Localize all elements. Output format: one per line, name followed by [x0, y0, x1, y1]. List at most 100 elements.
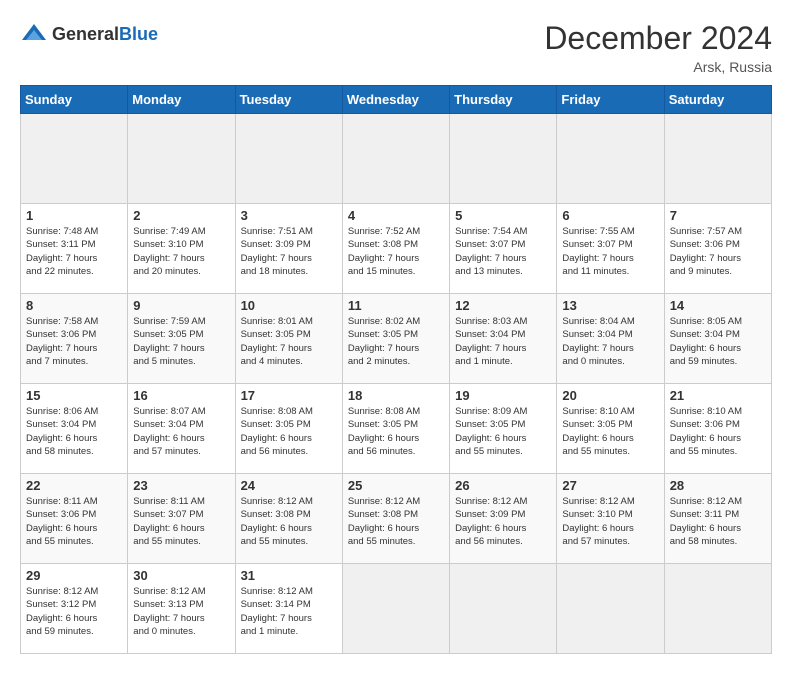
- calendar-cell: [557, 564, 664, 654]
- logo-text-general: General: [52, 24, 119, 44]
- calendar-cell: [450, 564, 557, 654]
- day-of-week-header: Sunday: [21, 86, 128, 114]
- day-number: 21: [670, 388, 766, 403]
- day-number: 8: [26, 298, 122, 313]
- cell-info: Sunrise: 7:51 AMSunset: 3:09 PMDaylight:…: [241, 225, 337, 278]
- calendar-cell: 11 Sunrise: 8:02 AMSunset: 3:05 PMDayligh…: [342, 294, 449, 384]
- cell-info: Sunrise: 8:07 AMSunset: 3:04 PMDaylight:…: [133, 405, 229, 458]
- calendar-cell: 6Sunrise: 7:55 AMSunset: 3:07 PMDaylight…: [557, 204, 664, 294]
- day-number: 9: [133, 298, 229, 313]
- cell-info: Sunrise: 8:06 AMSunset: 3:04 PMDaylight:…: [26, 405, 122, 458]
- calendar-cell: [664, 114, 771, 204]
- logo: GeneralBlue: [20, 20, 158, 48]
- calendar-cell: [21, 114, 128, 204]
- day-number: 30: [133, 568, 229, 583]
- day-number: 12: [455, 298, 551, 313]
- calendar-cell: 8 Sunrise: 7:58 AMSunset: 3:06 PMDaylight…: [21, 294, 128, 384]
- calendar-cell: 10Sunrise: 8:01 AMSunset: 3:05 PMDayligh…: [235, 294, 342, 384]
- calendar-cell: 12 Sunrise: 8:03 AMSunset: 3:04 PMDayligh…: [450, 294, 557, 384]
- day-number: 10: [241, 298, 337, 313]
- calendar-cell: [557, 114, 664, 204]
- calendar-cell: [664, 564, 771, 654]
- calendar-cell: 21 Sunrise: 8:10 AMSunset: 3:06 PMDayligh…: [664, 384, 771, 474]
- day-of-week-header: Saturday: [664, 86, 771, 114]
- calendar-cell: 24 Sunrise: 8:12 AMSunset: 3:08 PMDayligh…: [235, 474, 342, 564]
- day-number: 20: [562, 388, 658, 403]
- cell-info: Sunrise: 8:12 AMSunset: 3:08 PMDaylight:…: [241, 495, 337, 548]
- day-of-week-header: Thursday: [450, 86, 557, 114]
- cell-info: Sunrise: 7:58 AMSunset: 3:06 PMDaylight:…: [26, 315, 122, 368]
- cell-info: Sunrise: 8:12 AMSunset: 3:11 PMDaylight:…: [670, 495, 766, 548]
- day-number: 7: [670, 208, 766, 223]
- calendar-cell: 25 Sunrise: 8:12 AMSunset: 3:08 PMDayligh…: [342, 474, 449, 564]
- calendar-cell: [235, 114, 342, 204]
- calendar-cell: 5 Sunrise: 7:54 AMSunset: 3:07 PMDaylight…: [450, 204, 557, 294]
- cell-info: Sunrise: 8:04 AMSunset: 3:04 PMDaylight:…: [562, 315, 658, 368]
- cell-info: Sunrise: 8:12 AMSunset: 3:10 PMDaylight:…: [562, 495, 658, 548]
- calendar-cell: [342, 114, 449, 204]
- calendar-cell: 18 Sunrise: 8:08 AMSunset: 3:05 PMDayligh…: [342, 384, 449, 474]
- cell-info: Sunrise: 7:59 AMSunset: 3:05 PMDaylight:…: [133, 315, 229, 368]
- month-title: December 2024: [544, 20, 772, 57]
- calendar-cell: 4 Sunrise: 7:52 AMSunset: 3:08 PMDaylight…: [342, 204, 449, 294]
- day-of-week-header: Wednesday: [342, 86, 449, 114]
- day-number: 31: [241, 568, 337, 583]
- calendar-cell: 23 Sunrise: 8:11 AMSunset: 3:07 PMDayligh…: [128, 474, 235, 564]
- day-number: 18: [348, 388, 444, 403]
- calendar-cell: 26 Sunrise: 8:12 AMSunset: 3:09 PMDayligh…: [450, 474, 557, 564]
- cell-info: Sunrise: 7:54 AMSunset: 3:07 PMDaylight:…: [455, 225, 551, 278]
- calendar-cell: 9 Sunrise: 7:59 AMSunset: 3:05 PMDaylight…: [128, 294, 235, 384]
- calendar-header-row: SundayMondayTuesdayWednesdayThursdayFrid…: [21, 86, 772, 114]
- cell-info: Sunrise: 8:08 AMSunset: 3:05 PMDaylight:…: [348, 405, 444, 458]
- cell-info: Sunrise: 8:03 AMSunset: 3:04 PMDaylight:…: [455, 315, 551, 368]
- calendar-week-row: 1 Sunrise: 7:48 AMSunset: 3:11 PMDaylight…: [21, 204, 772, 294]
- calendar-cell: 22Sunrise: 8:11 AMSunset: 3:06 PMDayligh…: [21, 474, 128, 564]
- day-of-week-header: Tuesday: [235, 86, 342, 114]
- day-number: 13: [562, 298, 658, 313]
- day-number: 2: [133, 208, 229, 223]
- cell-info: Sunrise: 8:10 AMSunset: 3:06 PMDaylight:…: [670, 405, 766, 458]
- day-number: 26: [455, 478, 551, 493]
- day-number: 17: [241, 388, 337, 403]
- calendar-cell: 13 Sunrise: 8:04 AMSunset: 3:04 PMDayligh…: [557, 294, 664, 384]
- cell-info: Sunrise: 7:55 AMSunset: 3:07 PMDaylight:…: [562, 225, 658, 278]
- calendar-week-row: 8 Sunrise: 7:58 AMSunset: 3:06 PMDaylight…: [21, 294, 772, 384]
- day-of-week-header: Friday: [557, 86, 664, 114]
- location: Arsk, Russia: [544, 59, 772, 75]
- logo-icon: [20, 20, 48, 48]
- day-number: 1: [26, 208, 122, 223]
- calendar-week-row: 29Sunrise: 8:12 AMSunset: 3:12 PMDayligh…: [21, 564, 772, 654]
- calendar-cell: 16Sunrise: 8:07 AMSunset: 3:04 PMDayligh…: [128, 384, 235, 474]
- cell-info: Sunrise: 8:12 AMSunset: 3:09 PMDaylight:…: [455, 495, 551, 548]
- calendar-week-row: [21, 114, 772, 204]
- day-number: 23: [133, 478, 229, 493]
- logo-text-blue: Blue: [119, 24, 158, 44]
- calendar-cell: 31Sunrise: 8:12 AMSunset: 3:14 PMDayligh…: [235, 564, 342, 654]
- calendar-table: SundayMondayTuesdayWednesdayThursdayFrid…: [20, 85, 772, 654]
- title-block: December 2024 Arsk, Russia: [544, 20, 772, 75]
- cell-info: Sunrise: 8:05 AMSunset: 3:04 PMDaylight:…: [670, 315, 766, 368]
- calendar-cell: [128, 114, 235, 204]
- day-number: 24: [241, 478, 337, 493]
- cell-info: Sunrise: 8:12 AMSunset: 3:08 PMDaylight:…: [348, 495, 444, 548]
- day-number: 25: [348, 478, 444, 493]
- cell-info: Sunrise: 7:48 AMSunset: 3:11 PMDaylight:…: [26, 225, 122, 278]
- day-number: 4: [348, 208, 444, 223]
- calendar-cell: 27 Sunrise: 8:12 AMSunset: 3:10 PMDayligh…: [557, 474, 664, 564]
- cell-info: Sunrise: 8:08 AMSunset: 3:05 PMDaylight:…: [241, 405, 337, 458]
- calendar-cell: 17 Sunrise: 8:08 AMSunset: 3:05 PMDayligh…: [235, 384, 342, 474]
- cell-info: Sunrise: 8:11 AMSunset: 3:07 PMDaylight:…: [133, 495, 229, 548]
- page-header: GeneralBlue December 2024 Arsk, Russia: [20, 20, 772, 75]
- cell-info: Sunrise: 8:02 AMSunset: 3:05 PMDaylight:…: [348, 315, 444, 368]
- day-number: 11: [348, 298, 444, 313]
- calendar-cell: 30Sunrise: 8:12 AMSunset: 3:13 PMDayligh…: [128, 564, 235, 654]
- cell-info: Sunrise: 7:52 AMSunset: 3:08 PMDaylight:…: [348, 225, 444, 278]
- day-number: 14: [670, 298, 766, 313]
- cell-info: Sunrise: 8:11 AMSunset: 3:06 PMDaylight:…: [26, 495, 122, 548]
- calendar-cell: 14 Sunrise: 8:05 AMSunset: 3:04 PMDayligh…: [664, 294, 771, 384]
- day-number: 5: [455, 208, 551, 223]
- day-number: 19: [455, 388, 551, 403]
- cell-info: Sunrise: 7:49 AMSunset: 3:10 PMDaylight:…: [133, 225, 229, 278]
- day-number: 27: [562, 478, 658, 493]
- calendar-cell: 28Sunrise: 8:12 AMSunset: 3:11 PMDayligh…: [664, 474, 771, 564]
